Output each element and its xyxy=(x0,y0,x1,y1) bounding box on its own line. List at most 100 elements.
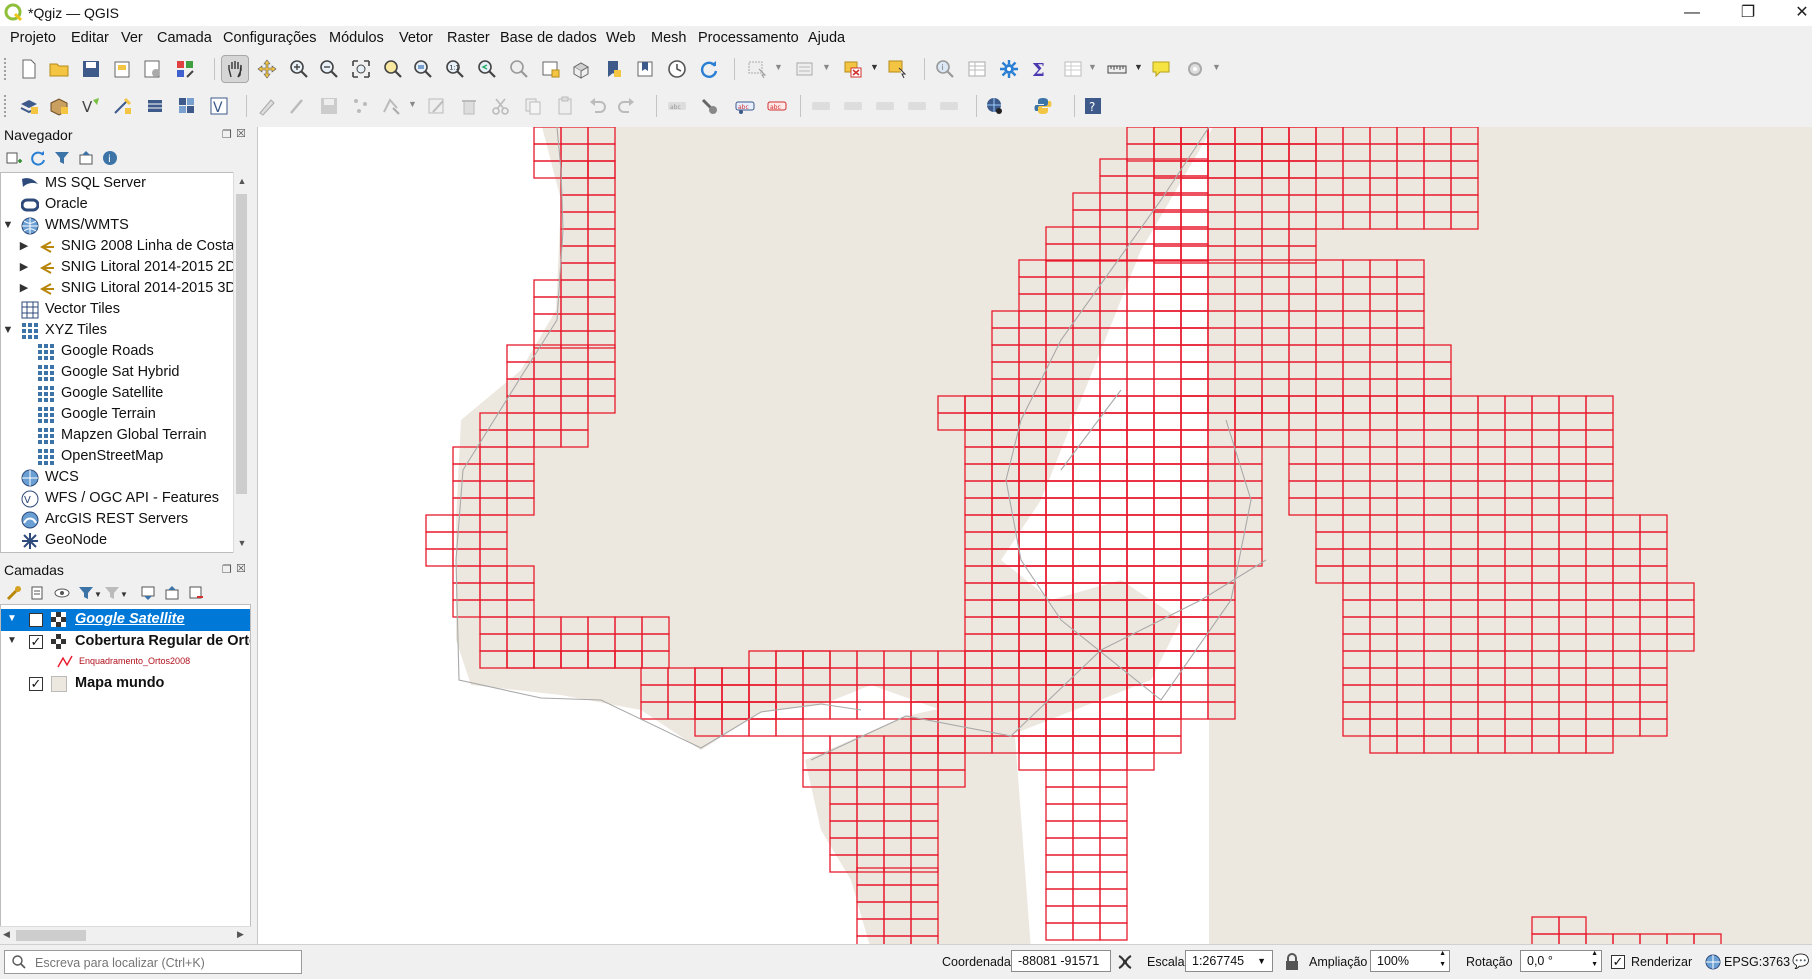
data-source-manager-button[interactable] xyxy=(16,93,42,119)
add-delimited-text-button[interactable] xyxy=(110,93,136,119)
cut-features-button[interactable] xyxy=(488,93,514,119)
zoom-full-button[interactable] xyxy=(348,56,374,82)
coordinate-field[interactable]: -88081 -91571 xyxy=(1011,950,1111,972)
navigator-close-button[interactable]: ☒ xyxy=(236,127,246,140)
label-rules-button[interactable]: abc xyxy=(764,93,790,119)
open-attribute-table-button[interactable] xyxy=(964,56,990,82)
add-virtual-layer-button[interactable]: V xyxy=(206,93,232,119)
expand-arrow[interactable]: ▶ xyxy=(17,236,31,257)
menu-projeto[interactable]: Projeto xyxy=(10,30,56,46)
render-checkbox[interactable]: ✓ xyxy=(1611,955,1625,969)
delete-selected-button[interactable] xyxy=(456,93,482,119)
manage-map-themes-icon[interactable] xyxy=(54,585,70,601)
annotation-button[interactable] xyxy=(1182,56,1208,82)
statistics-summary-button[interactable]: Σ xyxy=(1026,56,1052,82)
expand-arrow[interactable]: ▶ xyxy=(17,257,31,278)
modify-attributes-button[interactable] xyxy=(424,93,450,119)
deselect-dropdown-arrow[interactable]: ▼ xyxy=(870,62,879,72)
scroll-left-arrow[interactable]: ◀ xyxy=(3,929,10,940)
layer-cobertura-regular[interactable]: ▼ ✓ Cobertura Regular de Orto xyxy=(1,631,250,653)
filter-dropdown-arrow[interactable]: ▼ xyxy=(94,590,102,599)
temporal-controller-button[interactable] xyxy=(664,56,690,82)
change-label-button[interactable] xyxy=(936,93,962,119)
expand-arrow[interactable]: ▼ xyxy=(1,215,15,236)
measure-line-button[interactable] xyxy=(1104,56,1130,82)
layer-mapa-mundo[interactable]: ✓ Mapa mundo xyxy=(1,673,250,695)
table-dropdown-arrow[interactable]: ▼ xyxy=(1088,62,1097,72)
annotation-dropdown-arrow[interactable]: ▼ xyxy=(1212,62,1221,72)
new-project-button[interactable] xyxy=(16,56,42,82)
new-print-layout-button[interactable] xyxy=(110,56,136,82)
crs-globe-icon[interactable] xyxy=(1705,954,1721,970)
scroll-thumb[interactable] xyxy=(236,194,247,494)
scroll-up-arrow[interactable]: ▲ xyxy=(234,172,250,190)
pin-labels-button[interactable] xyxy=(808,93,834,119)
scale-dropdown-arrow[interactable]: ▼ xyxy=(1257,951,1266,971)
scroll-thumb[interactable] xyxy=(16,930,86,941)
layer-visibility-checkbox[interactable] xyxy=(29,613,43,627)
menu-raster[interactable]: Raster xyxy=(447,30,490,46)
undo-button[interactable] xyxy=(584,93,610,119)
scale-combobox[interactable]: 1:267745 ▼ xyxy=(1185,950,1273,972)
menu-vetor[interactable]: Vetor xyxy=(399,30,433,46)
map-tips-button[interactable] xyxy=(1148,56,1174,82)
deselect-features-button[interactable] xyxy=(840,56,866,82)
new-geopackage-button[interactable] xyxy=(46,93,72,119)
expand-arrow[interactable]: ▶ xyxy=(17,278,31,299)
remove-layer-icon[interactable] xyxy=(188,585,204,601)
zoom-last-button[interactable] xyxy=(474,56,500,82)
messages-icon[interactable]: 💬 xyxy=(1792,953,1809,970)
expand-arrow[interactable]: ▼ xyxy=(1,320,15,341)
spin-arrows[interactable]: ▲ ▼ xyxy=(1591,948,1598,970)
layers-tree[interactable]: ▼ Google Satellite ▼ ✓ Cobertura Regular… xyxy=(0,604,251,944)
refresh-button[interactable] xyxy=(696,56,722,82)
highlight-labels-button[interactable] xyxy=(840,93,866,119)
map-svg[interactable] xyxy=(258,127,1812,944)
label-toolbar-button[interactable]: abc xyxy=(664,93,690,119)
filter-icon[interactable] xyxy=(54,150,70,166)
navigator-float-button[interactable]: ❐ xyxy=(222,128,232,141)
quickmapservices-button[interactable] xyxy=(982,93,1008,119)
zoom-out-button[interactable] xyxy=(316,56,342,82)
help-button[interactable]: ? xyxy=(1080,93,1106,119)
vertex-tool-button[interactable] xyxy=(378,93,404,119)
current-edits-button[interactable] xyxy=(254,93,280,119)
menu-mesh[interactable]: Mesh xyxy=(651,30,686,46)
expand-arrow[interactable]: ▼ xyxy=(7,635,17,646)
menu-ajuda[interactable]: Ajuda xyxy=(808,30,845,46)
zoom-in-button[interactable] xyxy=(286,56,312,82)
toolbar-handle[interactable] xyxy=(4,95,10,117)
expression-dropdown-arrow[interactable]: ▼ xyxy=(120,590,128,599)
minimize-button[interactable]: — xyxy=(1670,0,1714,26)
digitize-point-button[interactable] xyxy=(348,93,374,119)
pan-to-selection-button[interactable] xyxy=(254,56,280,82)
zoom-native-button[interactable]: 1:1 xyxy=(442,56,468,82)
select-features-button[interactable] xyxy=(744,56,770,82)
rotate-label-button[interactable] xyxy=(904,93,930,119)
paste-features-button[interactable] xyxy=(552,93,578,119)
close-button[interactable]: ✕ xyxy=(1780,0,1812,26)
menu-base-de-dados[interactable]: Base de dados xyxy=(500,30,597,46)
scroll-down-arrow[interactable]: ▼ xyxy=(234,534,250,552)
measure-dropdown-arrow[interactable]: ▼ xyxy=(1134,62,1143,72)
layer-styling-button[interactable] xyxy=(696,93,722,119)
map-canvas[interactable] xyxy=(257,127,1812,944)
save-project-button[interactable] xyxy=(78,56,104,82)
crs-button[interactable]: EPSG:3763 xyxy=(1724,955,1790,969)
identify-features-button[interactable]: i xyxy=(932,56,958,82)
layer-enquadramento[interactable]: Enquadramento_Ortos2008 xyxy=(1,653,250,671)
select-by-value-button[interactable] xyxy=(792,56,818,82)
scroll-right-arrow[interactable]: ▶ xyxy=(237,929,244,940)
layers-horizontal-scrollbar[interactable]: ◀ ▶ xyxy=(0,926,251,945)
locator-bar[interactable] xyxy=(4,950,302,974)
select-value-dropdown-arrow[interactable]: ▼ xyxy=(822,62,831,72)
lock-icon[interactable] xyxy=(1284,953,1300,971)
pan-map-button[interactable] xyxy=(221,55,249,83)
locator-input[interactable] xyxy=(33,952,297,974)
navigator-tree[interactable]: MS SQL Server Oracle ▼ WMS/WMTS ▶ SNIG 2… xyxy=(0,172,235,553)
info-icon[interactable]: i xyxy=(102,150,118,166)
save-edits-button[interactable] xyxy=(316,93,342,119)
add-group-icon[interactable] xyxy=(30,585,46,601)
layers-close-button[interactable]: ☒ xyxy=(236,562,246,575)
magnifier-spinbox[interactable]: 100% ▲ ▼ xyxy=(1370,950,1450,972)
